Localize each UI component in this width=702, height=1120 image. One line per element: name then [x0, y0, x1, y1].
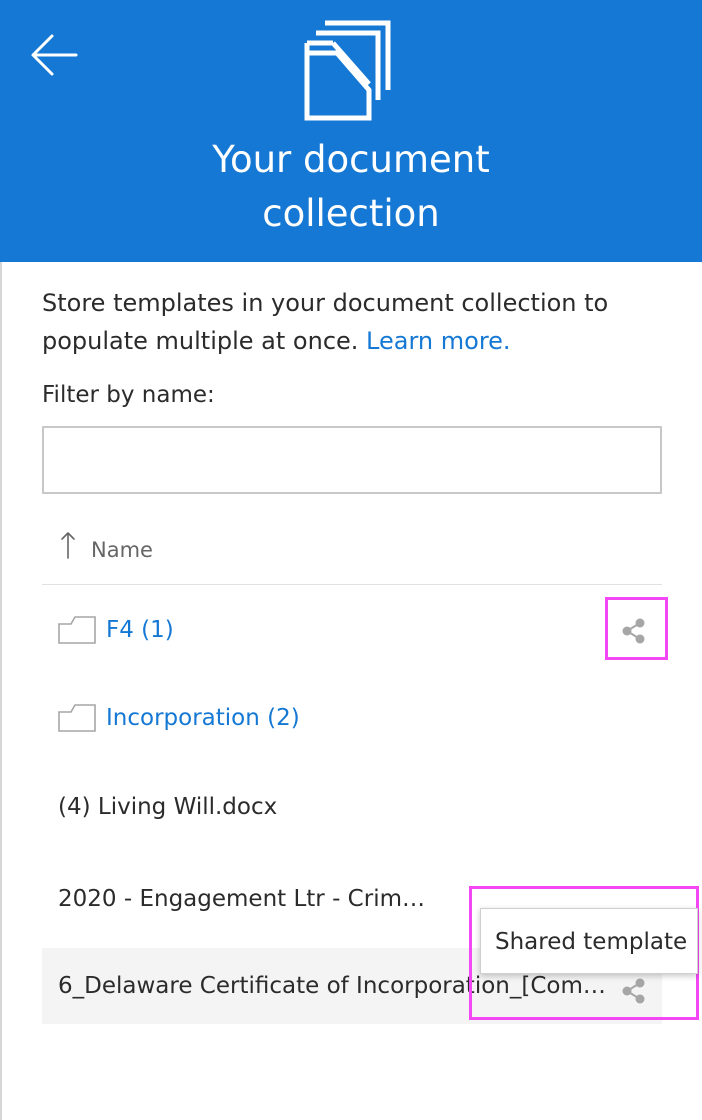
filter-name-input[interactable]: [42, 426, 662, 494]
folder-icon: [58, 704, 96, 732]
file-row-living-will[interactable]: (4) Living Will.docx: [42, 769, 662, 845]
folder-row-incorporation[interactable]: Incorporation (2): [42, 680, 662, 756]
name-column-header[interactable]: Name: [42, 522, 662, 585]
page-title-line-2: collection: [262, 192, 440, 235]
name-column-label: Name: [91, 538, 153, 562]
panel-header: Your document collection: [0, 0, 702, 262]
folder-row-f4[interactable]: F4 (1): [42, 592, 662, 668]
folder-name[interactable]: Incorporation (2): [106, 705, 300, 731]
back-arrow-icon[interactable]: [28, 30, 80, 80]
filter-label: Filter by name:: [42, 382, 215, 408]
file-name[interactable]: 6_Delaware Certificate of Incorporation_…: [58, 973, 606, 999]
panel-left-border: [0, 262, 2, 1120]
folder-name[interactable]: F4 (1): [106, 617, 174, 643]
page-title-line-1: Your document: [212, 138, 490, 181]
intro-text: Store templates in your document collect…: [42, 284, 662, 360]
page-title: Your document collection: [0, 133, 702, 241]
file-name[interactable]: 2020 - Engagement Ltr - Crim…: [58, 886, 425, 912]
learn-more-link[interactable]: Learn more.: [366, 327, 511, 355]
intro-description: Store templates in your document collect…: [42, 289, 609, 355]
file-name[interactable]: (4) Living Will.docx: [58, 794, 277, 820]
folder-icon: [58, 616, 96, 644]
share-icon[interactable]: [620, 977, 648, 1005]
shared-template-tooltip: Shared template: [480, 908, 698, 974]
sort-up-arrow-icon: [61, 532, 75, 559]
share-icon[interactable]: [620, 617, 648, 645]
document-collection-icon: [304, 20, 391, 121]
